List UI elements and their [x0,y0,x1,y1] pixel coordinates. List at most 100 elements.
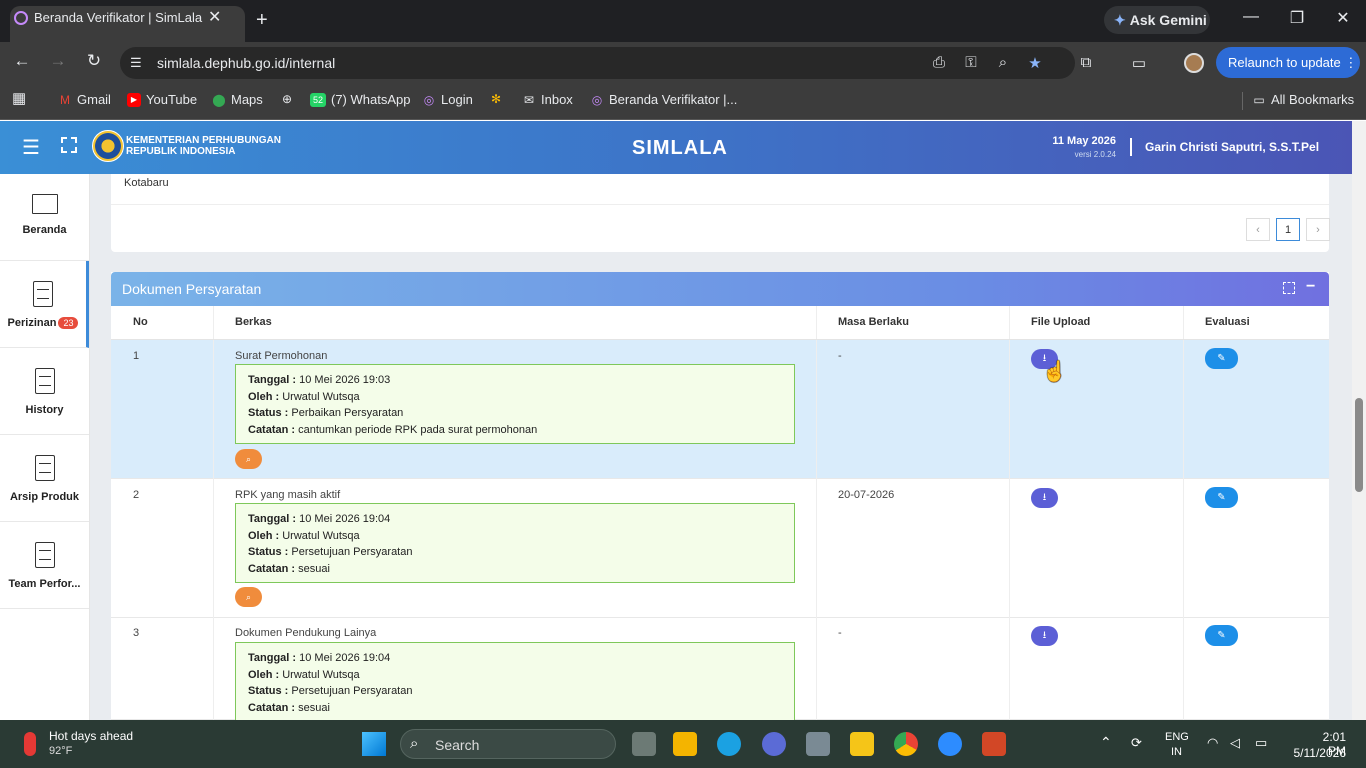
edit-evaluation-button[interactable]: ✎ [1205,348,1238,369]
user-name[interactable]: Garin Christi Saputri, S.S.T.Pel [1145,140,1319,154]
wifi-icon[interactable]: ◠ [1207,735,1218,751]
masa-berlaku-value: 20-07-2026 [838,489,895,501]
hamburger-menu-icon[interactable]: ☰ [22,135,40,160]
edit-icon: ✎ [1217,630,1226,641]
language-region[interactable]: IN [1171,746,1182,758]
app-icon[interactable] [762,732,786,756]
chrome-icon[interactable] [894,732,918,756]
download-button[interactable]: ⭳ [1031,488,1058,508]
window-close-icon[interactable]: ✕ [1328,8,1358,28]
edge-icon[interactable] [717,732,741,756]
ask-gemini-button[interactable]: ✦ Ask Gemini [1104,6,1210,34]
bookmark-whatsapp[interactable]: 52 (7) WhatsApp [310,92,410,107]
apps-grid-icon[interactable]: ▦ [12,91,26,106]
edit-evaluation-button[interactable]: ✎ [1205,487,1238,508]
header-divider [111,339,1329,340]
url-text[interactable]: simlala.dephub.go.id/internal [157,55,335,71]
new-tab-icon[interactable]: + [256,9,268,32]
app-title: SIMLALA [632,137,728,159]
document-icon [34,455,55,481]
windows-start-icon[interactable] [362,732,386,756]
minimize-icon[interactable]: — [1236,8,1266,26]
column-divider [1183,306,1184,720]
bookmark-beranda[interactable]: ◎ Beranda Verifikator |... [590,92,738,107]
sidebar-item-label: Perizinan [7,317,57,329]
column-header-no: No [133,316,148,328]
profile-avatar[interactable] [1184,53,1204,73]
pagination-prev[interactable]: ‹ [1246,218,1270,241]
restore-icon[interactable]: ❐ [1282,8,1312,28]
language-indicator[interactable]: ENG [1165,731,1189,743]
sidebar-item-label: History [25,404,64,416]
edit-evaluation-button[interactable]: ✎ [1205,625,1238,646]
card-fullscreen-icon[interactable] [1283,282,1295,294]
sidebar-item-team-performance[interactable]: Team Perfor... [0,522,89,609]
site-info-icon[interactable]: ☰ [130,55,142,71]
search-placeholder[interactable]: Search [435,737,479,753]
zoom-app-icon[interactable] [938,732,962,756]
column-header-file-upload: File Upload [1031,316,1091,328]
tray-expand-icon[interactable]: ⌃ [1100,734,1112,751]
weather-title[interactable]: Hot days ahead [49,729,133,743]
bookmark-inbox[interactable]: ✉ Inbox [522,92,573,107]
search-icon: ⌕ [245,454,252,464]
document-icon [34,368,55,394]
password-key-icon[interactable]: ⚿ [960,54,982,71]
forward-icon[interactable]: → [46,51,70,71]
org-name-line2: REPUBLIK INDONESIA [126,146,236,157]
task-view-icon[interactable] [632,732,656,756]
scrollbar-thumb[interactable] [1355,398,1363,492]
sidebar-item-label: Arsip Produk [9,491,80,503]
maps-pin-icon: ⬤ [212,92,226,107]
bookmark-youtube[interactable]: ▶ YouTube [127,92,197,107]
bookmark-login[interactable]: ◎ Login [422,92,473,107]
volume-icon[interactable]: ◁ [1230,735,1240,751]
search-icon: ⌕ [410,735,419,752]
battery-icon[interactable]: ▭ [1255,735,1267,751]
bookmark-pinwheel[interactable]: ✻ [489,92,503,106]
tab-search-icon[interactable]: ▭ [1128,54,1150,72]
gemini-icon: ✦ [1114,12,1126,28]
pagination-next[interactable]: › [1306,218,1330,241]
edit-icon: ✎ [1217,353,1226,364]
sticky-notes-icon[interactable] [850,732,874,756]
sidebar-item-label: Beranda [22,224,67,236]
hand-pointer-cursor-icon: ☝ [1042,361,1067,383]
tab-title: Beranda Verifikator | SimLala [34,10,203,25]
sync-icon[interactable]: ⟳ [1131,735,1142,751]
bookmark-gmail[interactable]: M Gmail [58,92,111,107]
weather-temperature[interactable]: 92°F [49,745,72,757]
relaunch-button[interactable]: Relaunch to update ⋮ [1216,47,1360,78]
org-name-line1: KEMENTERIAN PERHUBUNGAN [126,135,282,146]
install-app-icon[interactable]: ⎙ [928,54,950,71]
previous-card [111,174,1329,252]
bookmark-star-icon[interactable]: ★ [1024,54,1046,72]
thermometer-icon[interactable] [24,732,36,756]
taskbar-search-box[interactable] [400,729,616,759]
document-name: Surat Permohonan [235,350,328,362]
back-icon[interactable]: ← [10,51,34,71]
login-icon: ◎ [423,92,435,107]
bookmark-maps[interactable]: ⬤ Maps [212,92,263,107]
sidebar-item-history[interactable]: History [0,348,89,435]
reload-icon[interactable]: ↻ [82,51,106,71]
sidebar-item-beranda[interactable]: Beranda [0,174,89,261]
all-bookmarks[interactable]: ▭ All Bookmarks [1252,92,1354,107]
powerpoint-icon[interactable] [982,732,1006,756]
tab-close-icon[interactable]: ✕ [208,7,221,27]
card-minimize-icon[interactable]: − [1306,278,1315,296]
column-divider [816,306,817,720]
pagination-current[interactable]: 1 [1276,218,1300,241]
fullscreen-icon[interactable] [61,137,77,153]
download-button[interactable]: ⭳ [1031,626,1058,646]
zoom-icon[interactable]: ⌕ [992,54,1014,71]
sidebar-item-perizinan[interactable]: Perizinan 23 [0,261,89,348]
bookmark-globe[interactable]: ⊕ [280,92,294,106]
extensions-icon[interactable]: ⧉ [1075,54,1097,71]
sidebar-item-arsip-produk[interactable]: Arsip Produk [0,435,89,522]
view-detail-button[interactable]: ⌕ [235,449,262,469]
clock-date[interactable]: 5/11/2026 [1290,746,1347,760]
view-detail-button[interactable]: ⌕ [235,587,262,607]
camera-icon[interactable] [806,732,830,756]
file-explorer-icon[interactable] [673,732,697,756]
